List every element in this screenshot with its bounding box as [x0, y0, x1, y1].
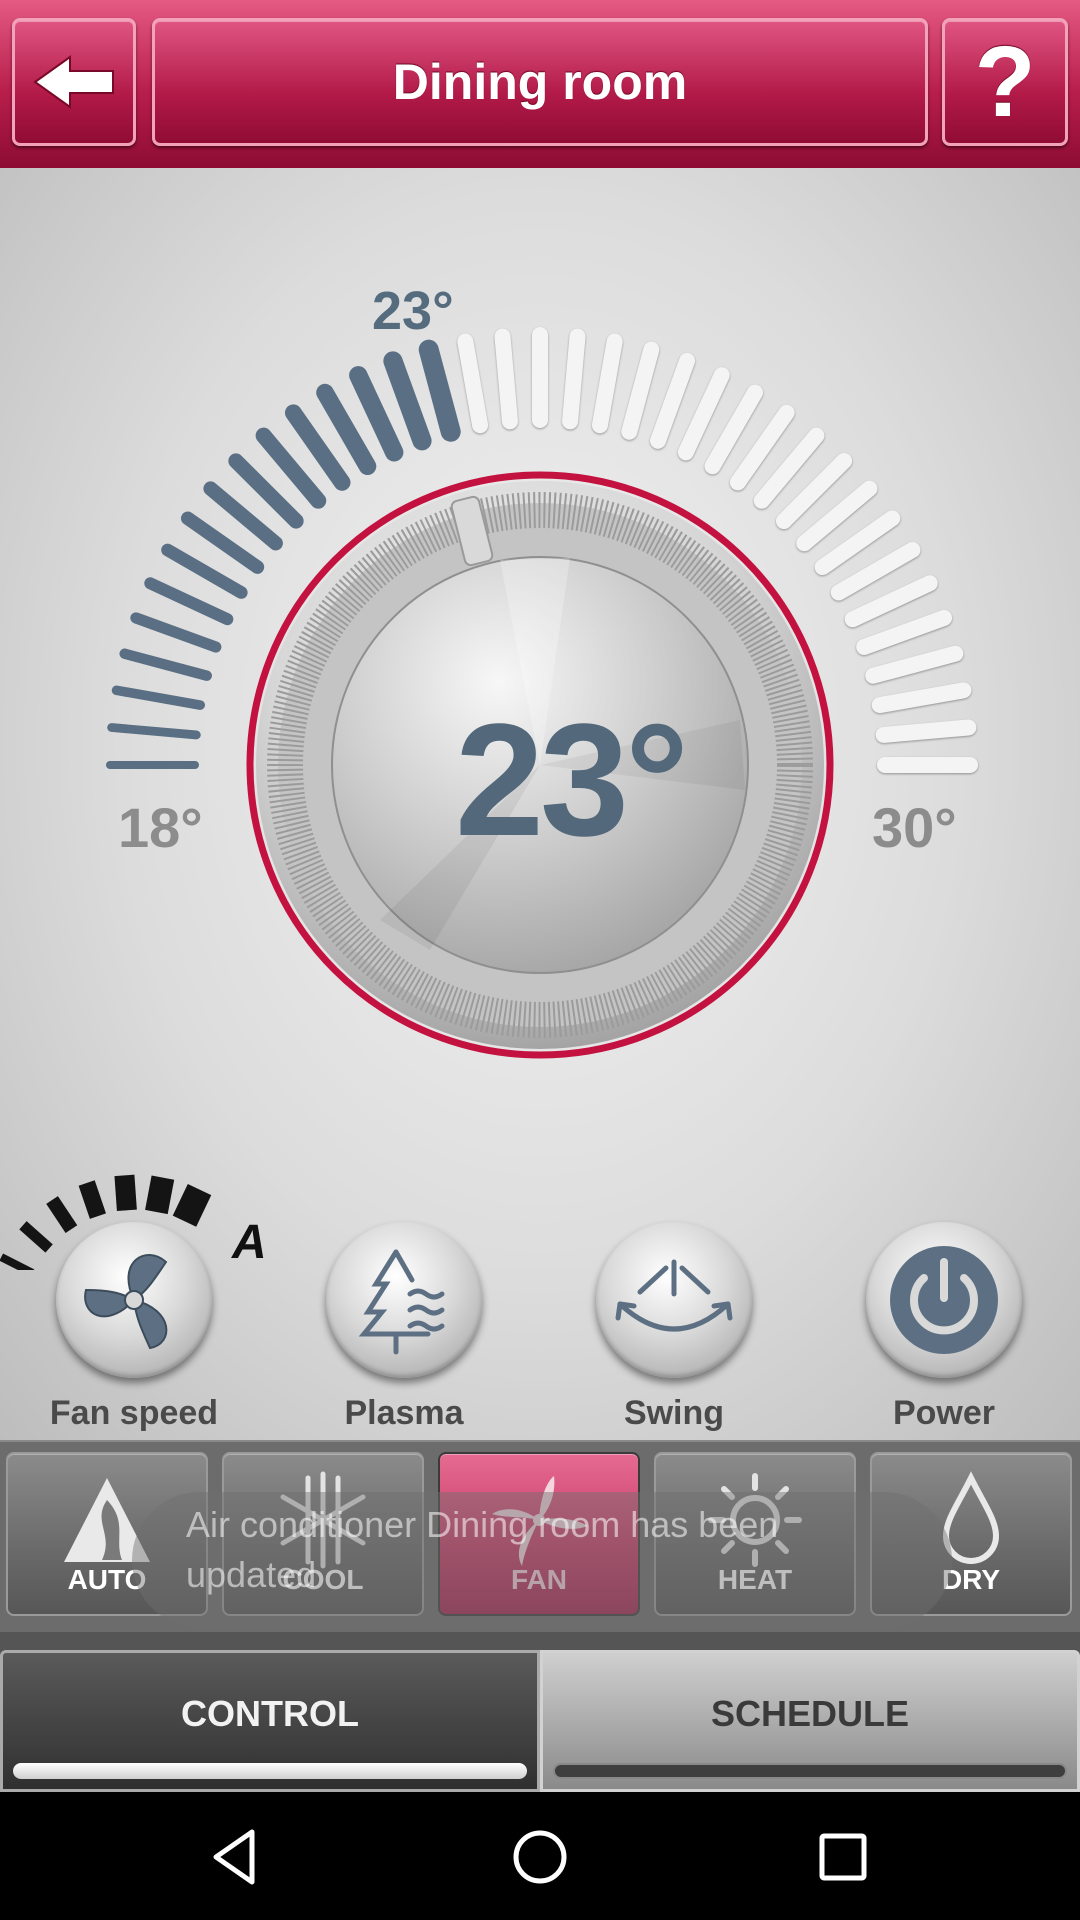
help-button[interactable]: ?	[942, 18, 1068, 146]
max-temperature-label: 30°	[872, 796, 957, 859]
fan-speed-segment	[145, 1175, 175, 1215]
swing-button[interactable]	[596, 1222, 752, 1378]
dial-tick	[844, 575, 938, 628]
fan-speed-button[interactable]	[56, 1222, 212, 1378]
dial-tick	[871, 682, 972, 714]
dial-tick	[856, 609, 953, 656]
header-bar: Dining room ?	[0, 0, 1080, 168]
fan-speed-label: Fan speed	[49, 1394, 219, 1432]
nav-recents-icon[interactable]	[808, 1822, 878, 1892]
fan-speed-segment	[114, 1174, 137, 1211]
dial-tick-active	[349, 366, 404, 462]
dial-tick	[494, 328, 518, 430]
toast-message: Air conditioner Dining room has been upd…	[186, 1504, 779, 1595]
system-nav-bar	[0, 1792, 1080, 1920]
set-temperature-label: 23°	[372, 281, 454, 341]
fan-icon	[84, 1253, 168, 1350]
title-bar: Dining room	[152, 18, 928, 146]
dial-tick-active	[144, 577, 234, 626]
dial-tick-active	[383, 351, 432, 451]
dial-tick-active	[111, 685, 206, 710]
page-title: Dining room	[392, 54, 688, 110]
dial-tick	[591, 333, 623, 434]
current-temperature: 23°	[455, 690, 689, 869]
tab-control-indicator	[13, 1763, 527, 1779]
dial-tick	[677, 367, 730, 461]
tree-waves-icon	[358, 1249, 445, 1355]
dial-tick-active	[130, 612, 222, 653]
tab-bar: CONTROL SCHEDULE	[0, 1632, 1080, 1792]
back-arrow-icon	[33, 55, 114, 109]
fan-speed-segment	[172, 1183, 212, 1227]
dial-tick	[865, 645, 964, 684]
swing-label: Swing	[623, 1394, 725, 1432]
power-button[interactable]	[866, 1222, 1022, 1378]
swing-icon	[615, 1259, 733, 1332]
fan-speed-segment	[78, 1180, 106, 1219]
help-icon: ?	[974, 26, 1036, 138]
plasma-button[interactable]	[326, 1222, 482, 1378]
fan-speed-segment	[19, 1221, 53, 1253]
back-button[interactable]	[12, 18, 136, 146]
tab-schedule[interactable]: SCHEDULE	[540, 1650, 1080, 1792]
tab-control[interactable]: CONTROL	[0, 1650, 540, 1792]
plasma-label: Plasma	[344, 1394, 464, 1432]
dial-tick-active	[119, 648, 212, 681]
dial-tick	[621, 341, 660, 440]
dial-tick	[875, 719, 977, 743]
dial-tick	[457, 333, 489, 434]
dial-tick-active	[107, 723, 201, 740]
dial-tick	[649, 352, 696, 449]
tab-control-label: CONTROL	[181, 1693, 359, 1734]
tab-schedule-label: SCHEDULE	[710, 1693, 910, 1734]
power-icon	[890, 1246, 998, 1354]
fan-speed-auto-label: A	[231, 1216, 267, 1269]
dial-tick-active	[161, 543, 248, 599]
dial-tick-active	[418, 339, 461, 442]
nav-home-icon[interactable]	[505, 1822, 575, 1892]
fan-speed-segment	[0, 1253, 35, 1270]
min-temperature-label: 18°	[118, 796, 203, 859]
tab-schedule-indicator	[553, 1763, 1067, 1779]
dial-tick	[562, 328, 586, 430]
power-label: Power	[892, 1394, 996, 1432]
nav-back-icon[interactable]	[200, 1822, 270, 1892]
